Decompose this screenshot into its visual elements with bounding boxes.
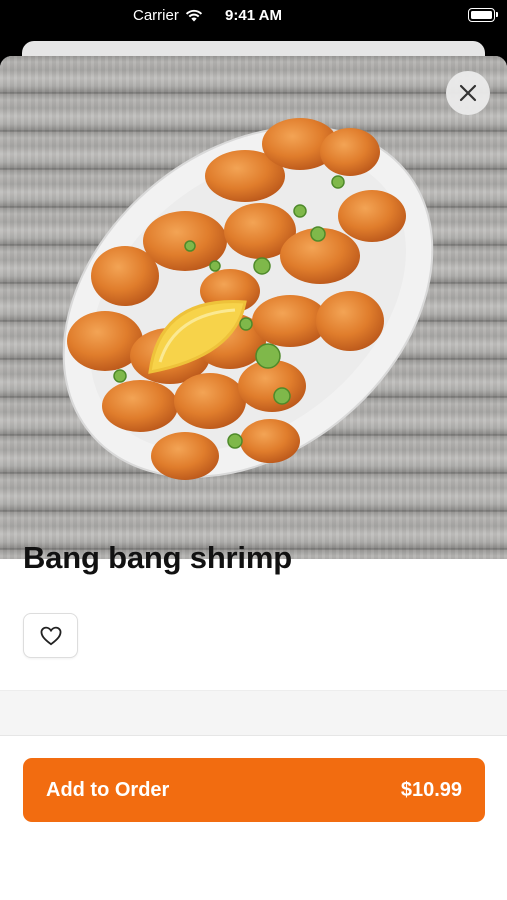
heart-outline-icon <box>40 626 61 645</box>
status-time: 9:41 AM <box>225 7 282 24</box>
battery-icon <box>468 8 498 22</box>
section-divider <box>0 690 507 735</box>
close-icon <box>459 84 477 102</box>
add-to-order-button[interactable]: Add to Order $10.99 <box>23 758 485 822</box>
close-button[interactable] <box>446 71 490 115</box>
item-price: $10.99 <box>400 778 462 801</box>
dish-illustration <box>62 118 434 480</box>
item-image <box>0 56 507 559</box>
favorite-button[interactable] <box>23 613 78 658</box>
add-to-order-label: Add to Order <box>46 778 170 801</box>
status-bar: Carrier 9:41 AM <box>0 0 507 36</box>
